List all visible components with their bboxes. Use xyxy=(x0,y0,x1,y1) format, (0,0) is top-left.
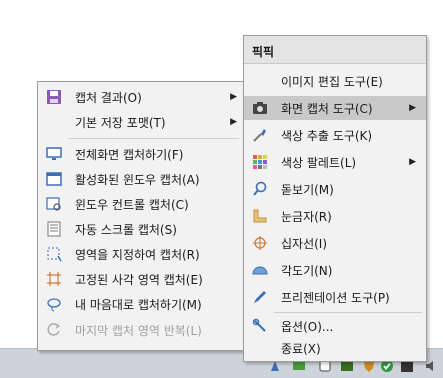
menu-item-active-window-capture[interactable]: 활성화된 윈도우 캡처(A) xyxy=(38,167,243,191)
menu-item-freehand-capture[interactable]: 내 마음대로 캡처하기(M) xyxy=(38,292,243,316)
separator xyxy=(274,312,422,313)
menu-item-default-format[interactable]: 기본 저장 포맷(T) ▶ xyxy=(38,110,243,134)
menu-item-label: 기본 저장 포맷(T) xyxy=(75,115,166,130)
menu-item-color-palette[interactable]: 색상 팔레트(L) ▶ xyxy=(244,150,426,174)
menu-item-color-picker[interactable]: 색상 추출 도구(K) xyxy=(244,123,426,147)
window-icon xyxy=(46,171,62,187)
menu-item-magnifier[interactable]: 돋보기(M) xyxy=(244,177,426,201)
ruler-icon xyxy=(252,208,268,224)
save-disk-icon xyxy=(46,89,62,105)
submenu-arrow-icon: ▶ xyxy=(409,157,416,167)
menu-item-label: 전체화면 캡처하기(F) xyxy=(75,147,184,162)
menu-item-exit[interactable]: 종료(X) xyxy=(244,336,426,360)
camera-icon xyxy=(252,100,268,116)
menu-item-protractor[interactable]: 각도기(N) xyxy=(244,258,426,282)
menu-item-label: 종료(X) xyxy=(281,341,321,356)
menu-item-label: 내 마음대로 캡처하기(M) xyxy=(75,297,202,312)
menu-item-label: 이미지 편집 도구(E) xyxy=(281,74,383,89)
pen-icon xyxy=(252,289,268,305)
menu-item-label: 옵션(O)... xyxy=(281,319,334,334)
eyedropper-icon xyxy=(252,127,268,143)
separator xyxy=(68,138,239,139)
menu-item-auto-scroll-capture[interactable]: 자동 스크롤 캡처(S) xyxy=(38,217,243,241)
menu-item-label: 화면 캡처 도구(C) xyxy=(281,101,373,116)
submenu-arrow-icon: ▶ xyxy=(409,103,416,113)
menu-item-label: 돋보기(M) xyxy=(281,182,334,197)
menu-item-ruler[interactable]: 눈금자(R) xyxy=(244,204,426,228)
menu-item-label: 프리젠테이션 도구(P) xyxy=(281,290,390,305)
palette-grid-icon xyxy=(252,154,268,170)
submenu-arrow-icon: ▶ xyxy=(230,117,237,127)
menu-item-label: 각도기(N) xyxy=(281,263,333,278)
menu-item-screen-capture[interactable]: 화면 캡처 도구(C) ▶ xyxy=(244,96,426,120)
monitor-icon xyxy=(46,146,62,162)
capture-submenu: 캡처 결과(O) ▶ 기본 저장 포맷(T) ▶ 전체화면 캡처하기(F) 활성… xyxy=(37,81,244,351)
menu-item-fixed-region-capture[interactable]: 고정된 사각 영역 캡처(E) xyxy=(38,267,243,291)
menu-header: 픽픽 xyxy=(244,36,426,64)
region-select-icon xyxy=(46,246,62,262)
menu-item-region-capture[interactable]: 영역을 지정하여 캡처(R) xyxy=(38,242,243,266)
menu-item-label: 활성화된 윈도우 캡처(A) xyxy=(75,172,200,187)
repeat-icon xyxy=(46,322,62,338)
menu-item-fullscreen-capture[interactable]: 전체화면 캡처하기(F) xyxy=(38,142,243,166)
scroll-page-icon xyxy=(46,221,62,237)
crosshair-icon xyxy=(252,235,268,251)
menu-item-label: 십자선(I) xyxy=(281,236,328,251)
fixed-region-icon xyxy=(46,271,62,287)
menu-item-label: 캡처 결과(O) xyxy=(75,90,142,105)
menu-item-options[interactable]: 옵션(O)... xyxy=(244,314,426,338)
submenu-arrow-icon: ▶ xyxy=(230,92,237,102)
wrench-icon xyxy=(252,318,268,334)
magnifier-icon xyxy=(252,181,268,197)
menu-item-label: 고정된 사각 영역 캡처(E) xyxy=(75,272,203,287)
window-control-icon xyxy=(46,196,62,212)
menu-item-image-editor[interactable]: 이미지 편집 도구(E) xyxy=(244,69,426,93)
menu-item-repeat-last-capture: 마지막 캡처 영역 반복(L) xyxy=(38,318,243,342)
picpick-context-menu: 픽픽 이미지 편집 도구(E) 화면 캡처 도구(C) ▶ 색상 추출 도구(K… xyxy=(243,35,427,362)
menu-item-label: 색상 추출 도구(K) xyxy=(281,128,373,143)
menu-item-label: 윈도우 컨트롤 캡처(C) xyxy=(75,197,189,212)
menu-item-capture-result[interactable]: 캡처 결과(O) ▶ xyxy=(38,85,243,109)
menu-item-label: 색상 팔레트(L) xyxy=(281,155,357,170)
freehand-lasso-icon xyxy=(46,296,62,312)
menu-item-label: 영역을 지정하여 캡처(R) xyxy=(75,247,200,262)
menu-header-title: 픽픽 xyxy=(252,45,275,59)
menu-item-label: 자동 스크롤 캡처(S) xyxy=(75,222,177,237)
menu-item-label: 눈금자(R) xyxy=(281,209,332,224)
menu-item-presentation-tool[interactable]: 프리젠테이션 도구(P) xyxy=(244,285,426,309)
menu-item-crosshair[interactable]: 십자선(I) xyxy=(244,231,426,255)
protractor-icon xyxy=(252,262,268,278)
menu-item-window-control-capture[interactable]: 윈도우 컨트롤 캡처(C) xyxy=(38,192,243,216)
menu-item-label: 마지막 캡처 영역 반복(L) xyxy=(75,323,202,338)
